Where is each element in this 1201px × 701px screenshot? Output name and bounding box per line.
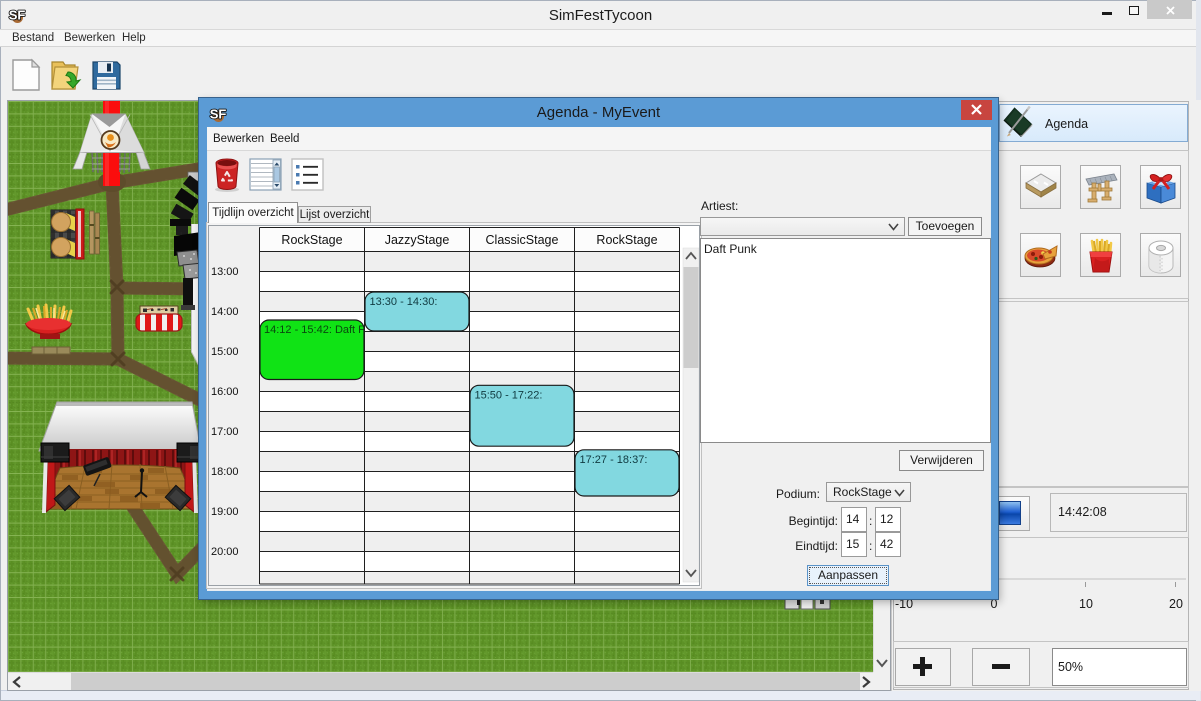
svg-text:ClassicStage: ClassicStage [486, 233, 559, 247]
svg-text:20:00: 20:00 [211, 546, 239, 558]
svg-text:JazzyStage: JazzyStage [385, 233, 450, 247]
svg-text:17:27 - 18:37:: 17:27 - 18:37: [580, 454, 648, 466]
svg-text:13:00: 13:00 [211, 266, 239, 278]
svg-text:14:00: 14:00 [211, 306, 239, 318]
svg-text:13:30 - 14:30:: 13:30 - 14:30: [370, 296, 438, 308]
svg-text:RockStage: RockStage [596, 233, 657, 247]
svg-text:17:00: 17:00 [211, 426, 239, 438]
svg-text:RockStage: RockStage [281, 233, 342, 247]
svg-text:18:00: 18:00 [211, 466, 239, 478]
svg-text:19:00: 19:00 [211, 506, 239, 518]
svg-text:16:00: 16:00 [211, 386, 239, 398]
svg-text:15:50 - 17:22:: 15:50 - 17:22: [475, 389, 543, 401]
svg-text:15:00: 15:00 [211, 346, 239, 358]
